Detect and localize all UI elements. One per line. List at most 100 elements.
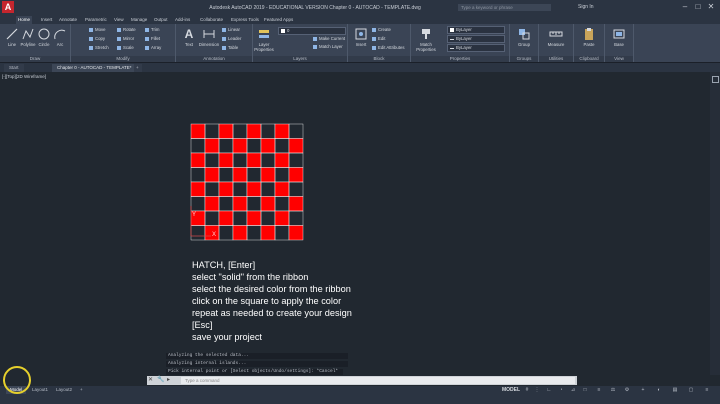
sign-in-link[interactable]: Sign In xyxy=(578,4,594,10)
grid-cell[interactable] xyxy=(190,181,206,197)
measure-tool[interactable]: Measure xyxy=(545,26,567,50)
grid-cell[interactable] xyxy=(260,181,276,197)
osnap-icon[interactable]: □ xyxy=(582,387,588,393)
plus-icon[interactable]: + xyxy=(640,387,646,393)
grid-cell[interactable] xyxy=(274,196,290,212)
tab-insert[interactable]: Insert xyxy=(39,16,54,24)
annotation-scale-icon[interactable]: ⚖ xyxy=(610,387,616,393)
grid-cell[interactable] xyxy=(260,225,276,241)
tab-view[interactable]: View xyxy=(112,16,126,24)
model-space-indicator[interactable]: MODEL xyxy=(502,387,520,393)
snap-icon[interactable]: ⋮ xyxy=(534,387,540,393)
grid-cell[interactable] xyxy=(218,123,234,139)
close-icon[interactable]: ✕ xyxy=(706,2,716,12)
create-block-button[interactable]: Create xyxy=(372,27,391,33)
grid-cell[interactable] xyxy=(260,167,276,183)
viewcube-icon[interactable] xyxy=(712,76,719,83)
grid-cell[interactable] xyxy=(232,123,248,139)
array-button[interactable]: Array xyxy=(145,45,161,51)
grid-cell[interactable] xyxy=(260,123,276,139)
mirror-button[interactable]: Mirror xyxy=(117,36,134,42)
grid-cell[interactable] xyxy=(288,225,304,241)
grid-cell[interactable] xyxy=(246,167,262,183)
isodraft-icon[interactable]: ⊿ xyxy=(570,387,576,393)
tab-collaborate[interactable]: Collaborate xyxy=(198,16,225,24)
grid-cell[interactable] xyxy=(274,123,290,139)
groups-panel-label[interactable]: Groups xyxy=(510,56,538,62)
clean-screen-icon[interactable]: ▢ xyxy=(688,387,694,393)
close-command-line-icon[interactable]: ✕ xyxy=(148,376,153,383)
command-input[interactable]: Type a command xyxy=(181,377,575,384)
grid-cell[interactable] xyxy=(232,225,248,241)
grid-cell[interactable] xyxy=(218,225,234,241)
grid-cell[interactable] xyxy=(204,123,220,139)
lineweight-icon[interactable]: ≡ xyxy=(596,387,602,393)
utilities-panel-label[interactable]: Utilities xyxy=(539,56,573,62)
recent-commands-icon[interactable]: ▸ xyxy=(167,376,170,383)
workspace-gear-icon[interactable]: ⚙ xyxy=(624,387,630,393)
grid-cell[interactable] xyxy=(204,152,220,168)
match-layer-button[interactable]: Match Layer xyxy=(313,44,343,50)
stretch-button[interactable]: Stretch xyxy=(89,45,109,51)
edit-block-button[interactable]: Edit xyxy=(372,36,385,42)
grid-cell[interactable] xyxy=(190,225,206,241)
draw-panel-label[interactable]: Draw xyxy=(0,56,70,62)
grid-cell[interactable] xyxy=(204,210,220,226)
grid-cell[interactable] xyxy=(260,138,276,154)
text-tool[interactable]: A Text xyxy=(178,26,200,50)
grid-cell[interactable] xyxy=(288,210,304,226)
customize-icon[interactable]: 🔧 xyxy=(157,376,164,383)
tab-drawing[interactable]: Chapter 0 - AUTOCAD - TEMPLATE* xyxy=(52,64,137,72)
grid-cell[interactable] xyxy=(246,225,262,241)
tab-layout2[interactable]: Layout2 xyxy=(52,386,76,394)
make-current-button[interactable]: Make Current xyxy=(313,36,345,42)
grid-cell[interactable] xyxy=(274,138,290,154)
trim-button[interactable]: Trim xyxy=(145,27,159,33)
polar-icon[interactable]: ◔ xyxy=(558,387,564,393)
maximize-icon[interactable]: □ xyxy=(693,2,703,12)
grid-cell[interactable] xyxy=(204,167,220,183)
grid-cell[interactable] xyxy=(232,167,248,183)
grid-cell[interactable] xyxy=(246,196,262,212)
view-panel-label[interactable]: View xyxy=(605,56,633,62)
tab-featured-apps[interactable]: Featured Apps xyxy=(262,16,295,24)
tab-layout1[interactable]: Layout1 xyxy=(28,386,52,394)
minimize-icon[interactable]: – xyxy=(680,2,690,12)
add-layout-button[interactable]: + xyxy=(76,386,87,394)
isolate-icon[interactable]: ◐ xyxy=(656,387,662,393)
grid-cell[interactable] xyxy=(260,210,276,226)
grid-cell[interactable] xyxy=(274,210,290,226)
annotation-panel-label[interactable]: Annotation xyxy=(176,56,252,62)
grid-cell[interactable] xyxy=(288,196,304,212)
grid-cell[interactable] xyxy=(246,152,262,168)
grid-cell[interactable] xyxy=(288,138,304,154)
table-button[interactable]: Table xyxy=(222,45,238,51)
move-button[interactable]: Move xyxy=(89,27,106,33)
tab-annotate[interactable]: Annotate xyxy=(57,16,79,24)
grid-cell[interactable] xyxy=(218,181,234,197)
color-dropdown[interactable]: ByLayer xyxy=(447,26,505,34)
grid-cell[interactable] xyxy=(190,152,206,168)
leader-button[interactable]: Leader xyxy=(222,36,241,42)
customization-menu-icon[interactable]: ≡ xyxy=(704,387,710,393)
grid-cell[interactable] xyxy=(232,210,248,226)
grid-cell[interactable] xyxy=(190,123,206,139)
layers-panel-label[interactable]: Layers xyxy=(253,56,347,62)
grid-cell[interactable] xyxy=(288,181,304,197)
grid-cell[interactable] xyxy=(218,196,234,212)
linetype-dropdown[interactable]: ByLayer xyxy=(447,35,505,43)
modify-panel-label[interactable]: Modify xyxy=(71,56,175,62)
grid-cell[interactable] xyxy=(246,138,262,154)
tab-express-tools[interactable]: Express Tools xyxy=(229,16,261,24)
tab-add-ins[interactable]: Add-ins xyxy=(173,16,192,24)
clipboard-panel-label[interactable]: Clipboard xyxy=(574,56,604,62)
grid-cell[interactable] xyxy=(232,196,248,212)
block-panel-label[interactable]: Block xyxy=(348,56,410,62)
grid-cell[interactable] xyxy=(218,152,234,168)
grid-cell[interactable] xyxy=(274,152,290,168)
tab-parametric[interactable]: Parametric xyxy=(83,16,109,24)
grid-cell[interactable] xyxy=(190,138,206,154)
search-input[interactable]: Type a keyword or phrase xyxy=(458,4,551,11)
lineweight-dropdown[interactable]: ByLayer xyxy=(447,44,505,52)
hardware-accel-icon[interactable]: ▤ xyxy=(672,387,678,393)
